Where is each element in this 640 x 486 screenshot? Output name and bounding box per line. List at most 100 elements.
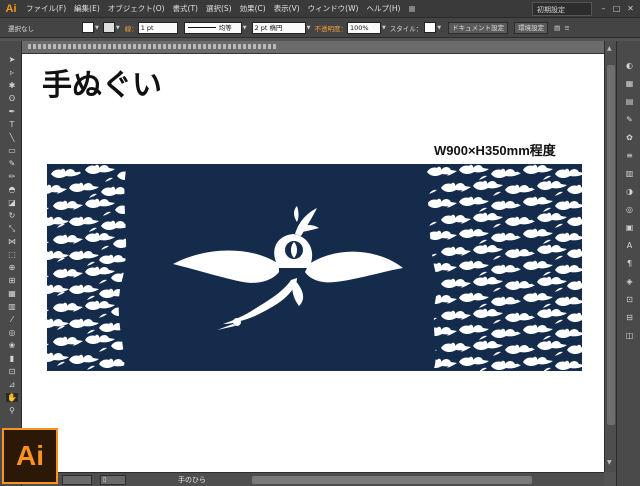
- profile-label: 均等: [218, 23, 232, 32]
- swatches-panel-icon[interactable]: ▤: [624, 97, 635, 106]
- gradient-panel-icon[interactable]: ▥: [624, 169, 635, 178]
- opacity-label[interactable]: 不透明度：: [314, 23, 347, 33]
- minimize-icon[interactable]: –: [598, 3, 609, 14]
- scale-tool-icon[interactable]: ⤡: [6, 224, 18, 233]
- color-guide-panel-icon[interactable]: ▦: [624, 79, 635, 88]
- align-panel-icon[interactable]: ⊟: [624, 313, 635, 322]
- selection-tool-icon[interactable]: ➤: [6, 55, 18, 64]
- blend-tool-icon[interactable]: ◎: [6, 328, 18, 337]
- type-tool-icon[interactable]: T: [6, 120, 18, 129]
- eyedropper-tool-icon[interactable]: ⁄: [6, 315, 18, 324]
- paragraph-panel-icon[interactable]: ¶: [624, 259, 635, 268]
- vertical-scrollbar[interactable]: ▲ ▼: [604, 41, 616, 472]
- color-panel-icon[interactable]: ◐: [624, 61, 635, 70]
- graphic-styles-panel-icon[interactable]: ▣: [624, 223, 635, 232]
- menu-window[interactable]: ウィンドウ(W): [304, 3, 363, 14]
- artboard-title: 手ぬぐい: [42, 68, 162, 103]
- mesh-tool-icon[interactable]: ▦: [6, 289, 18, 298]
- chevron-down-icon[interactable]: ▼: [243, 25, 247, 31]
- chevron-down-icon[interactable]: ▼: [382, 25, 386, 31]
- menu-type[interactable]: 書式(T): [169, 3, 202, 14]
- gradient-tool-icon[interactable]: ▥: [6, 302, 18, 311]
- direct-selection-tool-icon[interactable]: ▹: [6, 68, 18, 77]
- pathfinder-panel-icon[interactable]: ◫: [624, 331, 635, 340]
- menu-view[interactable]: 表示(V): [270, 3, 304, 14]
- chevron-down-icon[interactable]: ▼: [307, 25, 311, 31]
- style-label: スタイル：: [389, 24, 423, 33]
- line-tool-icon[interactable]: ╲: [6, 133, 18, 142]
- eraser-tool-icon[interactable]: ◪: [6, 198, 18, 207]
- document-tab[interactable]: [22, 41, 604, 54]
- menu-bar: Ai ファイル(F) 編集(E) オブジェクト(O) 書式(T) 選択(S) 効…: [0, 0, 640, 18]
- stroke-label[interactable]: 線：: [125, 23, 138, 33]
- illustrator-logo: Ai: [2, 428, 58, 484]
- fill-swatch[interactable]: [82, 22, 94, 33]
- character-panel-icon[interactable]: A: [624, 241, 635, 250]
- pen-tool-icon[interactable]: ✒: [6, 107, 18, 116]
- document-setup-button[interactable]: ドキュメント設定: [448, 21, 509, 34]
- symbols-panel-icon[interactable]: ✿: [624, 133, 635, 142]
- variable-width-profile[interactable]: 均等: [183, 21, 242, 34]
- vertical-scroll-thumb[interactable]: [607, 65, 615, 425]
- illustrator-window: Ai ファイル(F) 編集(E) オブジェクト(O) 書式(T) 選択(S) 効…: [0, 0, 640, 486]
- status-bar: ▯ 手のひら: [22, 472, 604, 486]
- align-icon[interactable]: ▤: [554, 24, 560, 32]
- appearance-panel-icon[interactable]: ◎: [624, 205, 635, 214]
- menu-effect[interactable]: 効果(C): [236, 3, 270, 14]
- rotate-tool-icon[interactable]: ↻: [6, 211, 18, 220]
- status-text: 手のひら: [178, 476, 206, 484]
- graphic-style-swatch[interactable]: [424, 22, 437, 33]
- lasso-tool-icon[interactable]: ʘ: [6, 94, 18, 103]
- tenugui-artwork[interactable]: [47, 164, 582, 371]
- chevron-down-icon[interactable]: ▼: [116, 25, 120, 31]
- opacity-field[interactable]: 100%: [346, 21, 381, 34]
- transparency-panel-icon[interactable]: ◑: [624, 187, 635, 196]
- chevron-down-icon[interactable]: ▼: [437, 25, 441, 31]
- workspace-switcher[interactable]: 初期設定: [532, 2, 592, 16]
- rectangle-tool-icon[interactable]: ▭: [6, 146, 18, 155]
- canvas[interactable]: 手ぬぐい W900×H350mm程度: [22, 54, 604, 472]
- artboard-navigator[interactable]: ▯: [100, 475, 126, 485]
- tools-panel: ➤ ▹ ✱ ʘ ✒ T ╲ ▭ ✎ ✏ ◓ ◪ ↻ ⤡ ⋈ ⬚ ⊕ ⊞ ▦ ▥ …: [0, 41, 22, 486]
- slice-tool-icon[interactable]: ⊿: [6, 380, 18, 389]
- symbol-sprayer-tool-icon[interactable]: ❀: [6, 341, 18, 350]
- menu-help[interactable]: ヘルプ(H): [362, 3, 404, 14]
- layers-panel-icon[interactable]: ◈: [624, 277, 635, 286]
- close-icon[interactable]: ✕: [625, 3, 636, 14]
- preferences-button[interactable]: 環境設定: [514, 21, 549, 34]
- paintbrush-tool-icon[interactable]: ✎: [6, 159, 18, 168]
- magic-wand-tool-icon[interactable]: ✱: [6, 81, 18, 90]
- scroll-up-icon[interactable]: ▲: [607, 45, 612, 52]
- stroke-panel-icon[interactable]: ≡: [624, 151, 635, 160]
- horizontal-scroll-thumb[interactable]: [252, 476, 532, 484]
- zoom-tool-icon[interactable]: ⚲: [6, 406, 18, 415]
- stroke-weight-field[interactable]: 1 pt: [137, 21, 178, 34]
- panel-menu-icon[interactable]: ≡: [564, 24, 569, 32]
- hand-tool-icon[interactable]: ✋: [6, 393, 18, 402]
- artboard-tool-icon[interactable]: ⊡: [6, 367, 18, 376]
- scroll-down-icon[interactable]: ▼: [607, 459, 612, 466]
- column-graph-tool-icon[interactable]: ▮: [6, 354, 18, 363]
- shape-builder-tool-icon[interactable]: ⊕: [6, 263, 18, 272]
- menu-file[interactable]: ファイル(F): [22, 3, 70, 14]
- bridge-icon[interactable]: ▦: [404, 4, 419, 13]
- artboard-size-label: W900×H350mm程度: [434, 143, 556, 158]
- width-tool-icon[interactable]: ⋈: [6, 237, 18, 246]
- artboards-panel-icon[interactable]: ⊡: [624, 295, 635, 304]
- menu-select[interactable]: 選択(S): [202, 3, 236, 14]
- maximize-icon[interactable]: □: [611, 3, 622, 14]
- zoom-level-field[interactable]: [62, 475, 92, 485]
- document-tab-title: [28, 43, 288, 51]
- stroke-swatch[interactable]: [102, 22, 115, 33]
- brush-definition[interactable]: 2 pt 楕円: [251, 21, 306, 34]
- illustrator-logo-text: Ai: [16, 440, 44, 471]
- brushes-panel-icon[interactable]: ✎: [624, 115, 635, 124]
- menu-object[interactable]: オブジェクト(O): [104, 3, 169, 14]
- menu-edit[interactable]: 編集(E): [70, 3, 104, 14]
- blob-brush-tool-icon[interactable]: ◓: [6, 185, 18, 194]
- app-logo: Ai: [5, 2, 17, 15]
- free-transform-tool-icon[interactable]: ⬚: [6, 250, 18, 259]
- pencil-tool-icon[interactable]: ✏: [6, 172, 18, 181]
- perspective-grid-tool-icon[interactable]: ⊞: [6, 276, 18, 285]
- chevron-down-icon[interactable]: ▼: [95, 25, 99, 31]
